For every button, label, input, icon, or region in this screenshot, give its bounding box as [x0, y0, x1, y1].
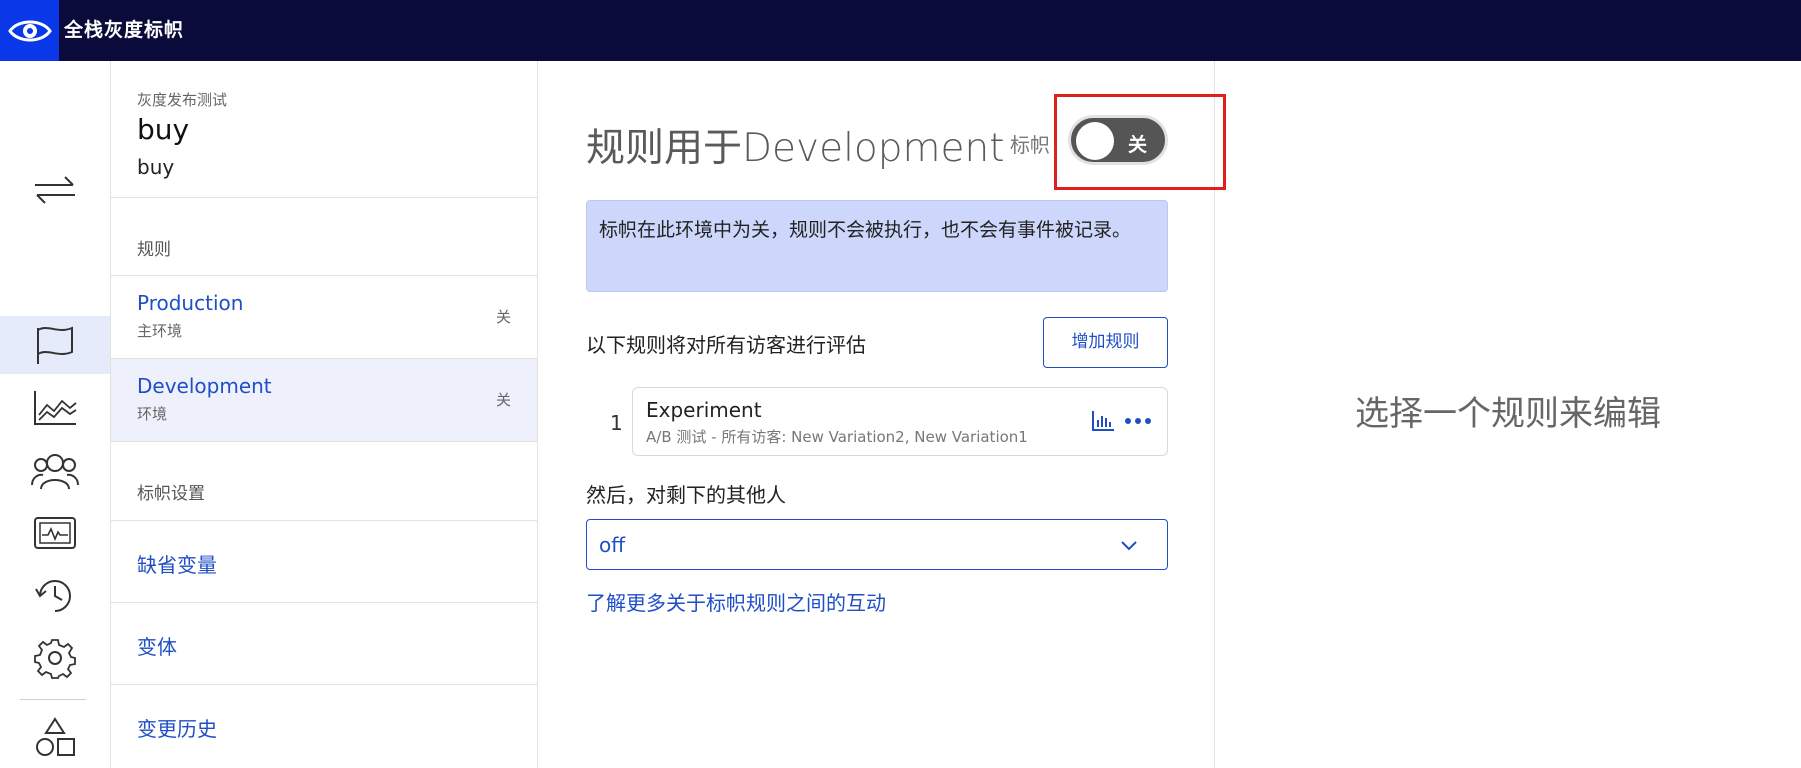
- flag-key: buy: [137, 113, 190, 146]
- project-name: 灰度发布测试: [137, 91, 228, 109]
- users-icon: [31, 454, 79, 490]
- divider: [111, 684, 537, 685]
- gear-icon: [34, 639, 76, 679]
- bar-chart-icon: [1092, 411, 1114, 431]
- rule-results-button[interactable]: [1091, 410, 1115, 436]
- line-chart-icon: [34, 391, 77, 425]
- more-dot-icon: [1135, 418, 1141, 424]
- rule-card[interactable]: Experiment A/B 测试 - 所有访客: New Variation2…: [632, 387, 1168, 456]
- eye-icon: [7, 20, 52, 41]
- env-item-development[interactable]: Development 环境 关: [111, 359, 537, 441]
- rail-flags-button[interactable]: [0, 316, 110, 374]
- divider: [111, 441, 537, 442]
- app-title: 全栈灰度标帜: [64, 19, 185, 41]
- empty-editor-placeholder: 选择一个规则来编辑: [1355, 394, 1661, 434]
- history-icon: [35, 580, 71, 612]
- rail-audiences-button[interactable]: [0, 442, 110, 500]
- divider: [111, 602, 537, 603]
- icon-rail: [0, 61, 110, 768]
- flag-off-notice: 标帜在此环境中为关，规则不会被执行，也不会有事件被记录。: [586, 200, 1168, 292]
- rail-shapes-button[interactable]: [0, 709, 110, 767]
- change-history-link[interactable]: 变更历史: [137, 713, 217, 742]
- top-bar: 全栈灰度标帜: [0, 0, 1801, 61]
- rail-divider: [20, 699, 86, 700]
- env-description: 主环境: [137, 322, 183, 340]
- flag-header: 灰度发布测试 buy buy: [111, 61, 537, 198]
- env-status: 关: [495, 308, 511, 326]
- rail-settings-button[interactable]: [0, 629, 110, 687]
- rail-switch-button[interactable]: [0, 161, 110, 219]
- learn-more-link[interactable]: 了解更多关于标帜规则之间的互动: [586, 587, 886, 616]
- default-variable-link[interactable]: 缺省变量: [137, 549, 217, 578]
- rail-history-button[interactable]: [0, 567, 110, 625]
- flag-icon: [37, 326, 73, 364]
- select-value: off: [599, 533, 626, 557]
- monitor-pulse-icon: [34, 517, 76, 549]
- fallback-text: 然后，对剩下的其他人: [586, 483, 786, 507]
- rules-section-title: 规则: [137, 240, 171, 260]
- variations-link[interactable]: 变体: [137, 631, 177, 660]
- add-rule-button[interactable]: 增加规则: [1043, 317, 1168, 368]
- more-dot-icon: [1145, 418, 1151, 424]
- rule-editor-panel: 选择一个规则来编辑: [1215, 61, 1801, 768]
- rule-description: A/B 测试 - 所有访客: New Variation2, New Varia…: [646, 428, 1028, 446]
- flag-toggle-label: 标帜: [1010, 133, 1050, 157]
- divider: [111, 520, 537, 521]
- rule-more-button[interactable]: [1125, 410, 1151, 432]
- rail-analytics-button[interactable]: [0, 379, 110, 437]
- flag-detail-panel: 灰度发布测试 buy buy 规则 Production 主环境 关 Devel…: [110, 61, 538, 768]
- rail-monitor-button[interactable]: [0, 505, 110, 563]
- settings-section-title: 标帜设置: [137, 484, 205, 504]
- app-logo[interactable]: [0, 0, 59, 61]
- rules-title: 规则用于Development: [586, 126, 1005, 171]
- more-dot-icon: [1125, 418, 1131, 424]
- switch-arrows-icon: [35, 176, 75, 204]
- env-status: 关: [495, 391, 511, 409]
- shapes-icon: [36, 717, 75, 756]
- env-description: 环境: [137, 405, 168, 423]
- env-name: Production: [137, 291, 244, 315]
- env-name: Development: [137, 374, 272, 398]
- flag-name: buy: [137, 155, 175, 179]
- rule-name: Experiment: [646, 398, 762, 422]
- rules-eval-text: 以下规则将对所有访客进行评估: [586, 333, 866, 357]
- fallback-variation-select[interactable]: off: [586, 519, 1168, 570]
- chevron-down-icon: [1121, 541, 1137, 551]
- env-item-production[interactable]: Production 主环境 关: [111, 276, 537, 358]
- highlight-box: [1054, 94, 1226, 190]
- rule-index: 1: [610, 411, 623, 435]
